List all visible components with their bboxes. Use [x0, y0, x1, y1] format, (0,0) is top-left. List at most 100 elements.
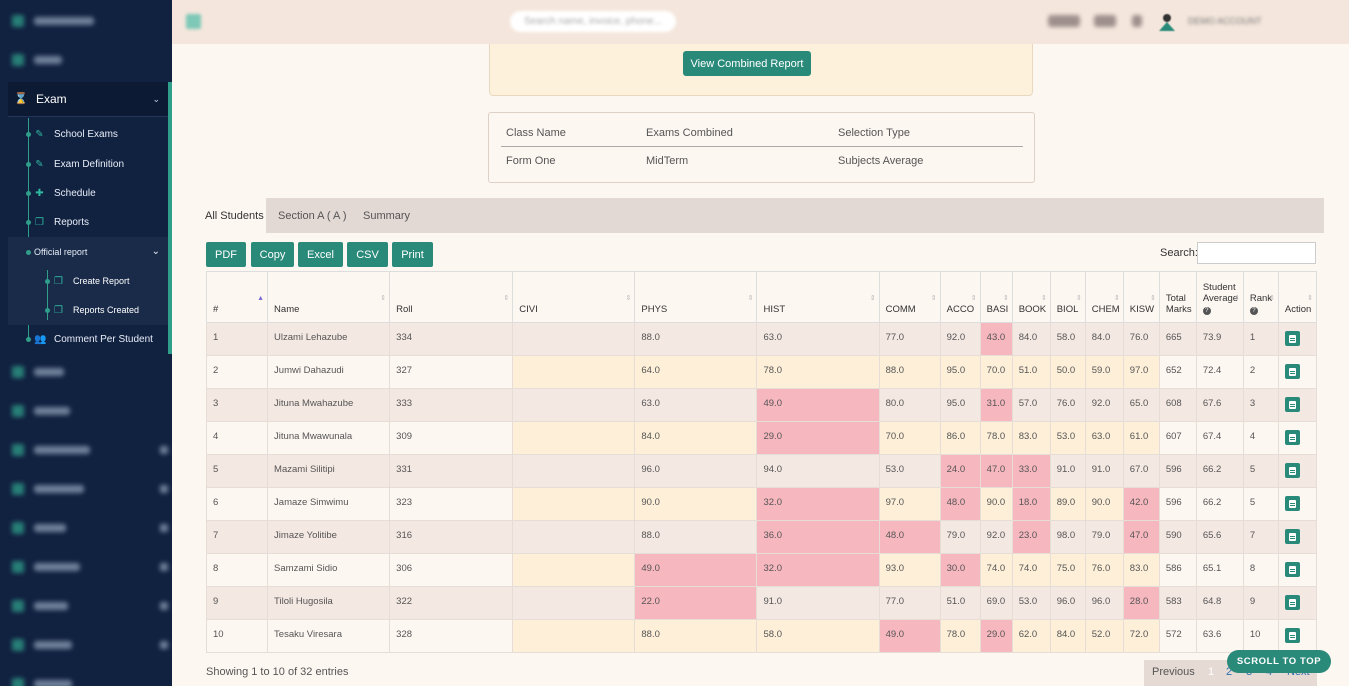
column-header[interactable]: Action ⇕	[1277, 271, 1318, 323]
view-report-button[interactable]	[1284, 364, 1300, 379]
account-name[interactable]: DEMO ACCOUNT	[1188, 16, 1262, 26]
sidebar-item-blurred[interactable]	[12, 520, 168, 536]
view-report-button[interactable]	[1284, 430, 1300, 445]
sidebar-item-comment-per-student[interactable]: 👥 Comment Per Student	[26, 332, 153, 346]
column-header[interactable]: Roll ⇕	[389, 271, 514, 323]
table-search-label: Search:	[1160, 247, 1198, 259]
table-cell: 28.0	[1122, 586, 1160, 620]
previous-page-button[interactable]: Previous	[1152, 666, 1195, 678]
help-icon[interactable]: ?	[1249, 307, 1258, 315]
sidebar-item-exam-definition[interactable]: ✎ Exam Definition	[26, 157, 124, 171]
tab-summary[interactable]: Summary	[363, 198, 410, 233]
table-cell: 93.0	[878, 553, 941, 587]
document-icon	[1288, 367, 1296, 376]
column-header-label: Action	[1284, 304, 1312, 315]
table-cell: 57.0	[1011, 388, 1051, 422]
column-header[interactable]: PHYS ⇕	[634, 271, 758, 323]
column-header[interactable]: COMM ⇕	[878, 271, 941, 323]
sidebar-item-dashboard[interactable]	[12, 13, 94, 29]
tab-all-students[interactable]: All Students	[200, 198, 266, 233]
table-cell: 53.0	[1011, 586, 1051, 620]
sidebar-item-blurred[interactable]	[12, 637, 168, 653]
expand-icon[interactable]	[1132, 15, 1142, 27]
table-cell	[512, 454, 636, 488]
view-report-button[interactable]	[1284, 463, 1300, 478]
view-report-button[interactable]	[1284, 628, 1300, 643]
column-header[interactable]: # ▲	[205, 271, 269, 323]
info-value: Subjects Average	[838, 155, 924, 167]
global-search-input[interactable]: Search name, invoice, phone...	[510, 11, 676, 32]
view-report-button[interactable]	[1284, 496, 1300, 511]
column-header[interactable]: CIVI ⇕	[512, 271, 636, 323]
table-cell: 2	[1242, 355, 1279, 389]
sidebar-item-blurred[interactable]	[12, 364, 64, 380]
sidebar-item-blurred[interactable]	[12, 442, 168, 458]
view-report-button[interactable]	[1284, 562, 1300, 577]
table-cell: 9	[205, 586, 269, 620]
sidebar-item-blurred[interactable]	[12, 403, 70, 419]
csv-button[interactable]: CSV	[347, 242, 388, 267]
table-cell: 88.0	[634, 322, 758, 356]
view-report-button[interactable]	[1284, 529, 1300, 544]
column-header[interactable]: ACCO ⇕	[939, 271, 981, 323]
table-cell: 63.0	[756, 322, 880, 356]
view-report-button[interactable]	[1284, 397, 1300, 412]
column-header[interactable]: CHEM ⇕	[1084, 271, 1124, 323]
excel-button[interactable]: Excel	[298, 242, 343, 267]
table-cell: 84.0	[1084, 322, 1124, 356]
sidebar-item-fees[interactable]	[12, 52, 62, 68]
table-cell: 77.0	[878, 586, 941, 620]
sidebar-item-blurred[interactable]	[12, 559, 168, 575]
table-row: 6 Jamaze Simwimu 323 90.0 32.0 97.0 48.0 90.0 18…	[205, 487, 1318, 521]
sidebar-item-blurred[interactable]	[12, 676, 72, 686]
table-cell: 63.0	[1084, 421, 1124, 455]
view-report-button[interactable]	[1284, 595, 1300, 610]
copy-button[interactable]: Copy	[251, 242, 294, 267]
sidebar-item-reports[interactable]: ❐ Reports	[26, 215, 89, 229]
tab-section-a[interactable]: Section A ( A )	[278, 198, 347, 233]
table-row: 1 Ulzami Lehazube 334 88.0 63.0 77.0 92.0 43.0 8…	[205, 322, 1318, 356]
menu-icon[interactable]	[186, 14, 201, 29]
column-header-label: PHYS	[641, 304, 668, 315]
action-cell	[1277, 421, 1318, 455]
sidebar-item-blurred[interactable]	[12, 481, 168, 497]
table-cell: 5	[1242, 454, 1279, 488]
column-header[interactable]: Student Average? ⇕	[1195, 271, 1244, 323]
table-cell: 572	[1158, 619, 1197, 653]
message-icon[interactable]	[1048, 15, 1080, 27]
table-search-input[interactable]	[1197, 242, 1316, 264]
table-cell: 94.0	[756, 454, 880, 488]
column-header[interactable]: Rank? ⇕	[1242, 271, 1279, 323]
flag-icon[interactable]	[1094, 15, 1116, 27]
table-cell: 24.0	[939, 454, 981, 488]
sidebar-item-reports-created[interactable]: ❐ Reports Created	[45, 303, 139, 317]
table-cell: 96.0	[1084, 586, 1124, 620]
column-header[interactable]: BOOK ⇕	[1011, 271, 1051, 323]
column-header[interactable]: Name ⇕	[267, 271, 391, 323]
help-icon[interactable]: ?	[1202, 307, 1211, 315]
column-header[interactable]: KISW ⇕	[1122, 271, 1160, 323]
sidebar-item-schedule[interactable]: ✚ Schedule	[26, 186, 96, 200]
pdf-button[interactable]: PDF	[206, 242, 246, 267]
user-avatar-icon[interactable]	[1156, 11, 1178, 33]
scroll-to-top-button[interactable]: SCROLL TO TOP	[1227, 650, 1331, 673]
column-header[interactable]: HIST ⇕	[756, 271, 880, 323]
table-cell: 5	[205, 454, 269, 488]
column-header[interactable]: BIOL ⇕	[1049, 271, 1086, 323]
column-header-label: HIST	[763, 304, 786, 315]
sort-icon: ▲	[257, 295, 265, 302]
sidebar-item-blurred[interactable]	[12, 598, 168, 614]
table-cell: 83.0	[1011, 421, 1051, 455]
column-header[interactable]: Total Marks	[1158, 271, 1197, 323]
document-icon	[1288, 631, 1296, 640]
sidebar-item-create-report[interactable]: ❐ Create Report	[45, 274, 130, 288]
view-report-button[interactable]	[1284, 331, 1300, 346]
sidebar-item-school-exams[interactable]: ✎ School Exams	[26, 127, 118, 141]
sidebar-item-exam[interactable]: ⌛ Exam ⌄	[8, 82, 170, 117]
column-header[interactable]: BASI ⇕	[979, 271, 1013, 323]
page-button[interactable]: 1	[1208, 666, 1215, 678]
view-combined-report-button[interactable]: View Combined Report	[683, 51, 811, 76]
table-cell: Mazami Silitipi	[267, 454, 391, 488]
sort-icon: ⇕	[1234, 295, 1240, 302]
print-button[interactable]: Print	[392, 242, 433, 267]
